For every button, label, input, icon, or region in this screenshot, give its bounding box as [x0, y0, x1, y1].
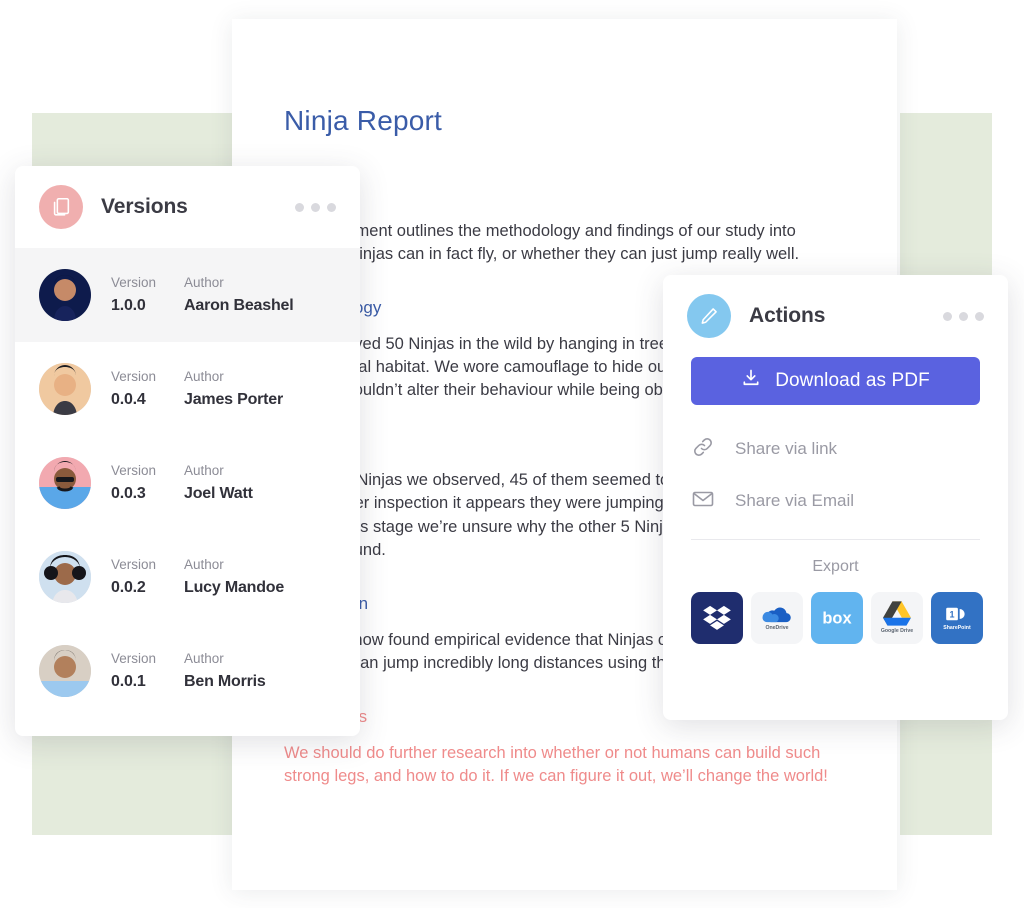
share-via-link-label: Share via link	[735, 439, 837, 459]
svg-text:1: 1	[950, 609, 955, 619]
version-row-0-0-4[interactable]: Version 0.0.4 Author James Porter	[15, 342, 360, 436]
export-dropbox-button[interactable]	[691, 592, 743, 644]
version-column: Version 1.0.0	[111, 273, 156, 316]
author-value: James Porter	[184, 388, 283, 411]
svg-text:box: box	[822, 610, 851, 627]
version-label: Version	[111, 273, 156, 293]
version-column: Version 0.0.1	[111, 649, 156, 692]
version-label: Version	[111, 555, 156, 575]
version-row-0-0-1[interactable]: Version 0.0.1 Author Ben Morris	[15, 624, 360, 718]
avatar	[39, 363, 91, 415]
section-body-next-steps: We should do further research into wheth…	[284, 742, 844, 789]
version-column: Version 0.0.4	[111, 367, 156, 410]
actions-panel-title: Actions	[749, 304, 943, 328]
author-label: Author	[184, 649, 266, 669]
author-label: Author	[184, 461, 253, 481]
export-box-button[interactable]: box	[811, 592, 863, 644]
actions-body: Download as PDF Share via link	[663, 357, 1008, 648]
author-column: Author Lucy Mandoe	[184, 555, 284, 598]
version-label: Version	[111, 649, 156, 669]
divider	[691, 539, 980, 540]
version-row-0-0-2[interactable]: Version 0.0.2 Author Lucy Mandoe	[15, 530, 360, 624]
export-sharepoint-caption: SharePoint	[943, 626, 970, 631]
export-google-drive-caption: Google Drive	[881, 629, 913, 634]
avatar	[39, 645, 91, 697]
author-column: Author Aaron Beashel	[184, 273, 293, 316]
author-label: Author	[184, 555, 284, 575]
version-value: 0.0.2	[111, 576, 156, 599]
export-onedrive-button[interactable]: OneDrive	[751, 592, 803, 644]
author-value: Lucy Mandoe	[184, 576, 284, 599]
download-as-pdf-button[interactable]: Download as PDF	[691, 357, 980, 405]
versions-panel-header: Versions	[15, 166, 360, 248]
export-onedrive-caption: OneDrive	[765, 626, 788, 631]
download-button-label: Download as PDF	[775, 370, 930, 392]
author-label: Author	[184, 367, 283, 387]
export-sharepoint-button[interactable]: 1 SharePoint	[931, 592, 983, 644]
export-label: Export	[691, 558, 980, 576]
version-value: 0.0.3	[111, 482, 156, 505]
author-value: Ben Morris	[184, 670, 266, 693]
version-row-1-0-0[interactable]: Version 1.0.0 Author Aaron Beashel	[15, 248, 360, 342]
author-column: Author James Porter	[184, 367, 283, 410]
document-copy-icon	[39, 185, 83, 229]
versions-panel: Versions Version 1.0.0 Author Aaron Beas…	[15, 166, 360, 736]
more-options-icon[interactable]	[943, 312, 984, 321]
share-via-email-label: Share via Email	[735, 491, 854, 511]
version-value: 0.0.4	[111, 388, 156, 411]
avatar	[39, 551, 91, 603]
author-column: Author Joel Watt	[184, 461, 253, 504]
export-google-drive-button[interactable]: Google Drive	[871, 592, 923, 644]
document-section-summary: Summary This document outlines the metho…	[284, 184, 844, 267]
version-column: Version 0.0.3	[111, 461, 156, 504]
author-column: Author Ben Morris	[184, 649, 266, 692]
pencil-icon	[687, 294, 731, 338]
more-options-icon[interactable]	[295, 203, 336, 212]
download-icon	[741, 368, 761, 394]
version-value: 0.0.1	[111, 670, 156, 693]
link-icon	[691, 435, 715, 464]
version-column: Version 0.0.2	[111, 555, 156, 598]
actions-panel: Actions Download as PDF	[663, 275, 1008, 720]
author-value: Aaron Beashel	[184, 294, 293, 317]
section-body-summary: This document outlines the methodology a…	[284, 220, 844, 267]
export-targets-row: OneDrive box Google Drive	[691, 592, 980, 648]
share-via-email-item[interactable]: Share via Email	[691, 475, 980, 527]
envelope-icon	[691, 487, 715, 516]
version-row-0-0-3[interactable]: Version 0.0.3 Author Joel Watt	[15, 436, 360, 530]
version-value: 1.0.0	[111, 294, 156, 317]
version-label: Version	[111, 367, 156, 387]
section-heading-summary: Summary	[284, 184, 844, 206]
author-label: Author	[184, 273, 293, 293]
screen: Ninja Report Summary This document outli…	[0, 0, 1024, 908]
document-title: Ninja Report	[284, 104, 844, 138]
version-label: Version	[111, 461, 156, 481]
share-via-link-item[interactable]: Share via link	[691, 423, 980, 475]
versions-panel-title: Versions	[101, 195, 295, 219]
avatar	[39, 269, 91, 321]
actions-panel-header: Actions	[663, 275, 1008, 357]
avatar	[39, 457, 91, 509]
author-value: Joel Watt	[184, 482, 253, 505]
